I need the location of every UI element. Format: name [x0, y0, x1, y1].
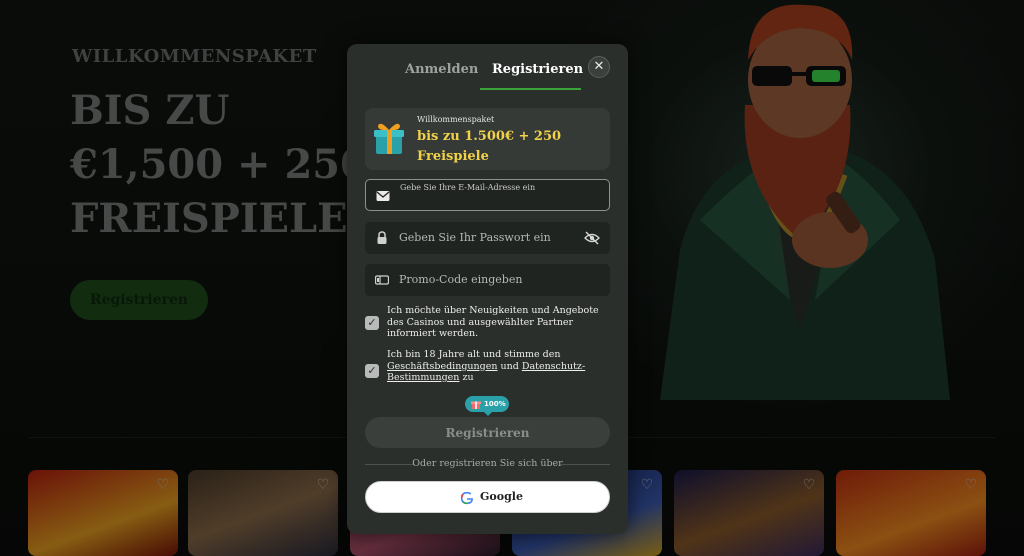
- consent-news-text: Ich möchte über Neuigkeiten und Angebote…: [387, 305, 599, 339]
- password-placeholder: Geben Sie Ihr Passwort ein: [399, 231, 551, 244]
- eye-off-icon[interactable]: [584, 230, 600, 246]
- password-field[interactable]: Geben Sie Ihr Passwort ein: [365, 222, 610, 254]
- gift-icon: [374, 123, 404, 154]
- consent-terms-text-part: und: [497, 360, 522, 372]
- consent-terms-text: Ich bin 18 Jahre alt und stimme den Gesc…: [387, 349, 609, 384]
- terms-link[interactable]: Geschäftsbedingungen: [387, 361, 497, 372]
- google-signup-button[interactable]: Google: [365, 481, 610, 513]
- progress-badge-value: 100%: [484, 400, 506, 408]
- google-signup-label: Google: [480, 490, 523, 503]
- close-button[interactable]: ✕: [588, 56, 610, 78]
- consent-terms-text-part: Ich bin 18 Jahre alt und stimme den: [387, 349, 561, 360]
- consent-terms-checkbox[interactable]: ✓: [365, 364, 379, 378]
- social-divider: Oder registrieren Sie sich über: [365, 457, 610, 471]
- divider-line: [560, 464, 610, 465]
- progress-badge: 100%: [465, 396, 509, 412]
- progress-badge-pointer: [483, 411, 493, 416]
- envelope-icon: [376, 191, 390, 201]
- auth-tabs: Anmelden Registrieren: [347, 44, 628, 92]
- promo-offer-line: bis zu 1.500€ + 250: [417, 129, 562, 144]
- email-field[interactable]: Gebe Sie Ihre E-Mail-Adresse ein: [365, 179, 610, 211]
- google-icon: [460, 491, 474, 505]
- welcome-package-banner: Willkommenspaket bis zu 1.500€ + 250 Fre…: [365, 108, 610, 170]
- register-submit-button[interactable]: Registrieren: [365, 417, 610, 448]
- lock-icon: [377, 231, 387, 244]
- ticket-icon: [375, 275, 389, 285]
- consent-terms-text-part: zu: [459, 372, 474, 383]
- promo-subtitle: Willkommenspaket: [417, 115, 495, 124]
- tab-login[interactable]: Anmelden: [405, 62, 478, 77]
- registration-modal: Anmelden Registrieren ✕ Willkommenspaket…: [347, 44, 628, 534]
- tab-register[interactable]: Registrieren: [492, 62, 583, 77]
- promo-offer-line: Freispiele: [417, 149, 489, 164]
- consent-news-checkbox[interactable]: ✓: [365, 316, 379, 330]
- gift-icon: [471, 401, 481, 409]
- promo-code-placeholder: Promo-Code eingeben: [399, 273, 523, 286]
- close-icon: ✕: [593, 59, 605, 74]
- email-field-label: Gebe Sie Ihre E-Mail-Adresse ein: [400, 183, 536, 192]
- active-tab-indicator: [480, 88, 581, 90]
- promo-code-field[interactable]: Promo-Code eingeben: [365, 264, 610, 296]
- promo-offer: bis zu 1.500€ + 250 Freispiele: [417, 127, 607, 167]
